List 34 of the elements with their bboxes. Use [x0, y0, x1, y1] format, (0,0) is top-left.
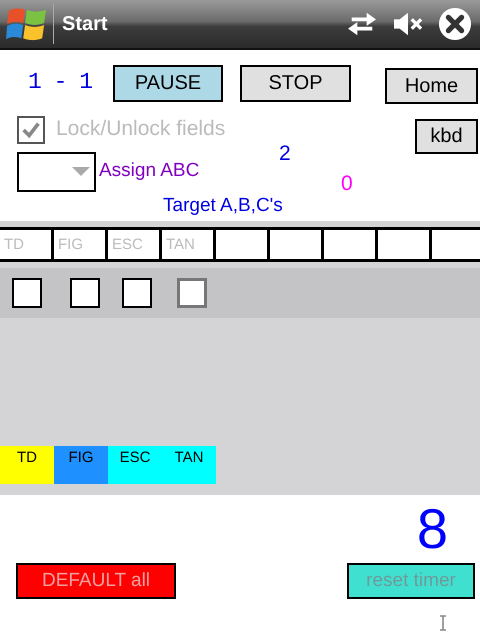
input-field[interactable] — [216, 230, 267, 259]
connection-arrows-icon[interactable] — [346, 10, 378, 38]
window-title: Start — [62, 12, 109, 36]
caret-icon — [72, 167, 90, 177]
legend-label: FIG — [54, 446, 108, 484]
close-icon[interactable] — [438, 7, 472, 41]
checkbox-label: Lock/Unlock fields — [56, 117, 226, 141]
form-button[interactable]: STOP — [240, 65, 351, 102]
form-button[interactable]: Home — [385, 68, 478, 104]
input-field[interactable] — [378, 230, 429, 259]
form-button[interactable]: PAUSE — [113, 65, 223, 102]
dropdown-field[interactable] — [17, 152, 96, 192]
timer-text: 8 — [416, 496, 448, 562]
input-field[interactable]: TAN — [162, 230, 213, 259]
speaker-muted-icon[interactable] — [392, 10, 424, 38]
keyboard-button[interactable]: kbd — [415, 119, 478, 154]
input-field[interactable] — [270, 230, 321, 259]
legend-label: ESC — [108, 446, 162, 484]
input-field[interactable] — [432, 230, 480, 259]
count-text: 0 — [341, 172, 353, 196]
count-text: 2 — [279, 142, 292, 166]
target-label: Target A,B,C's — [163, 195, 283, 216]
input-field[interactable]: FIG — [54, 230, 105, 259]
text-cursor-icon — [439, 615, 447, 631]
input-field[interactable]: ESC — [108, 230, 159, 259]
legend-label: TAN — [162, 446, 216, 484]
checkbox[interactable] — [122, 278, 152, 308]
checkbox[interactable] — [12, 278, 42, 308]
input-field[interactable] — [324, 230, 375, 259]
checkbox[interactable] — [70, 278, 100, 308]
dropdown-label: Assign ABC — [99, 160, 200, 182]
counter-text: 1 - 1 — [28, 69, 94, 95]
input-field[interactable]: TD — [0, 230, 51, 259]
legend-label: TD — [0, 446, 54, 484]
